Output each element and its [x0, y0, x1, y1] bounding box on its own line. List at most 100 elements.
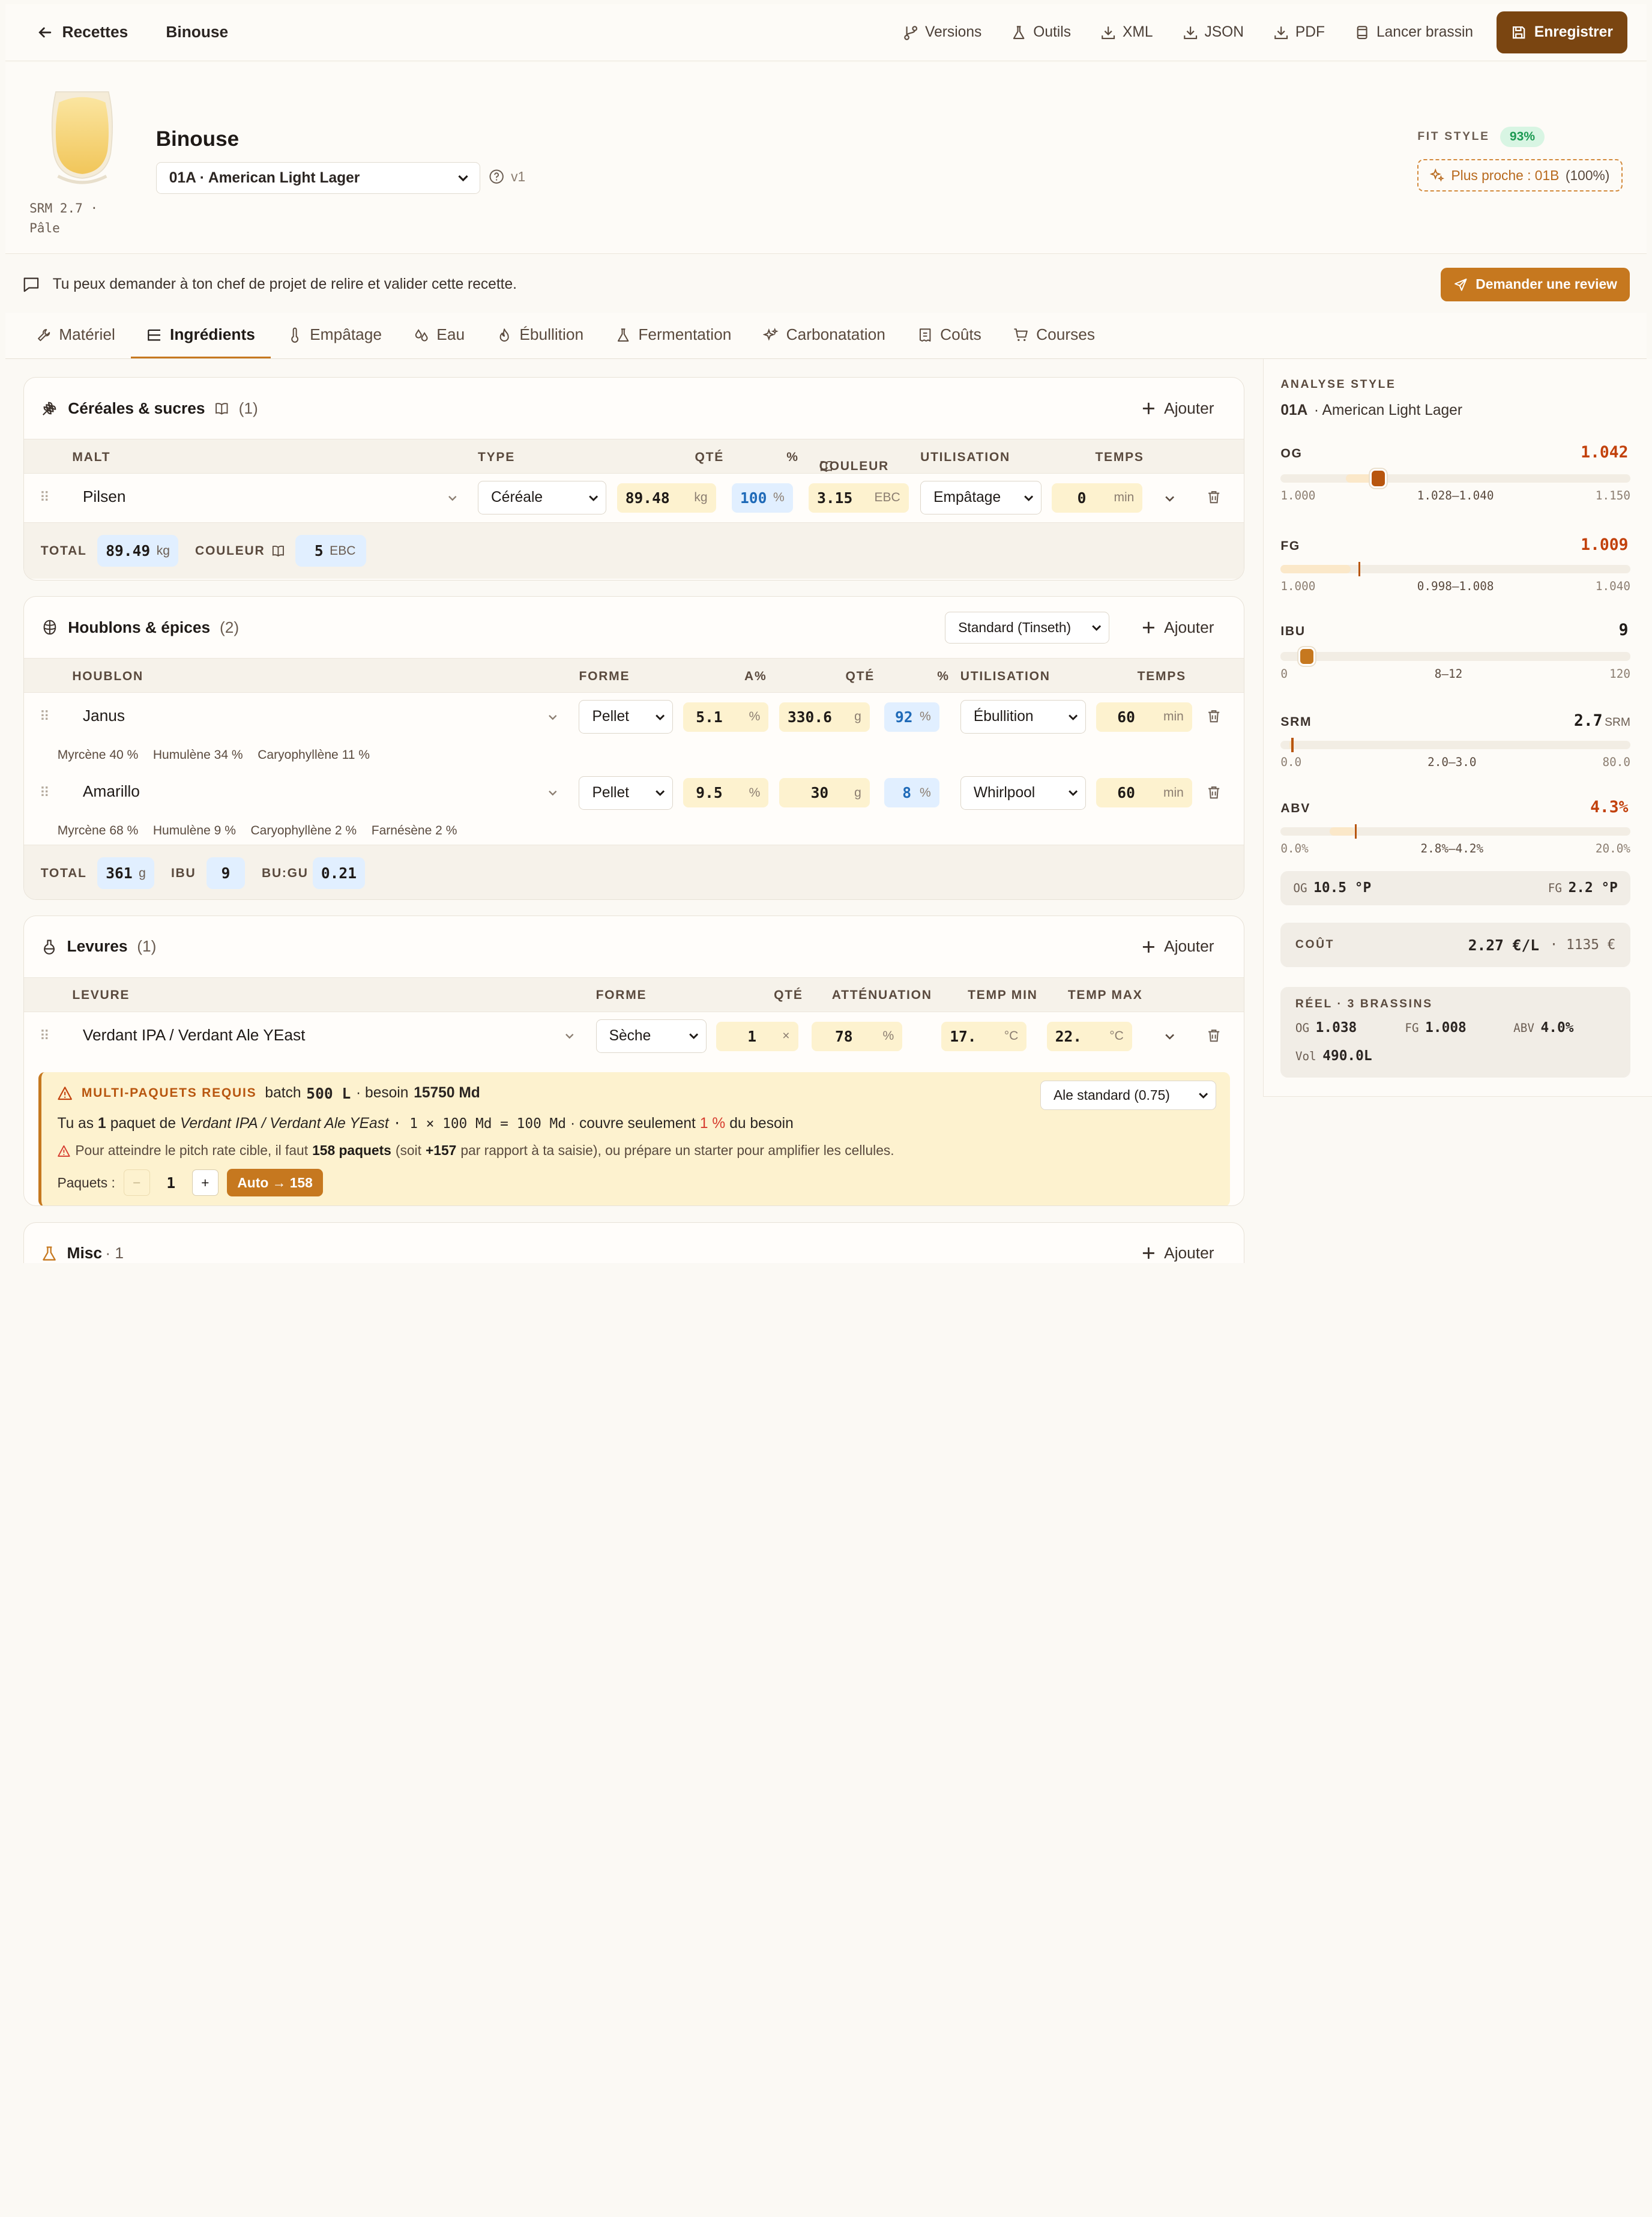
- save-button[interactable]: Enregistrer: [1496, 11, 1628, 53]
- metric-value-wrap: 1.009: [1581, 536, 1630, 554]
- col-use: UTILISATION: [920, 450, 1010, 464]
- packs-input[interactable]: 1: [158, 1174, 184, 1192]
- tab-ebullition[interactable]: Ébullition: [480, 313, 599, 358]
- metric-track: [1280, 647, 1630, 666]
- hop-use-select[interactable]: Whirlpool: [960, 776, 1086, 810]
- malt-use-select[interactable]: Empâtage: [920, 481, 1042, 515]
- yeast-atten-input[interactable]: 78%: [812, 1021, 903, 1051]
- add-hop-button[interactable]: Ajouter: [1142, 618, 1226, 637]
- increment-button[interactable]: +: [191, 1169, 219, 1196]
- export-json-button[interactable]: JSON: [1168, 24, 1258, 41]
- trash-icon[interactable]: [1206, 708, 1222, 724]
- yeast-tmin-input[interactable]: 17. °C: [941, 1021, 1027, 1051]
- hop-name[interactable]: Janus: [83, 707, 125, 725]
- tools-button[interactable]: Outils: [996, 24, 1086, 41]
- metric-unit: SRM: [1605, 716, 1630, 729]
- malt-name[interactable]: Pilsen: [83, 487, 126, 506]
- add-yeast-button[interactable]: Ajouter: [1142, 937, 1226, 956]
- hop-pct-input[interactable]: 92%: [884, 702, 939, 732]
- aroma-tag: Caryophyllène 11 %: [258, 747, 370, 762]
- recipe-name[interactable]: Binouse: [156, 127, 239, 151]
- multi-line-3: Pour atteindre le pitch rate cible, il f…: [57, 1142, 894, 1159]
- hop-name[interactable]: Amarillo: [83, 782, 140, 801]
- malt-qty-input[interactable]: 89.48 kg: [616, 483, 716, 513]
- hop-pct-input[interactable]: 8%: [884, 778, 939, 808]
- versions-button[interactable]: Versions: [888, 24, 996, 41]
- book-open-icon[interactable]: [271, 544, 285, 558]
- closest-style-label: Plus proche : 01B: [1451, 167, 1560, 183]
- yeast-form-select[interactable]: Sèche: [595, 1019, 707, 1054]
- tab-eau[interactable]: Eau: [397, 313, 480, 358]
- malt-type-select[interactable]: Céréale: [478, 481, 607, 515]
- real-abv-value: 4.0%: [1540, 1019, 1574, 1036]
- ibu-method-select[interactable]: Standard (Tinseth): [945, 611, 1109, 644]
- chevron-down-icon[interactable]: [547, 712, 558, 723]
- hop-qty-input[interactable]: 330.6 g: [779, 702, 870, 732]
- real-fg-label: FG: [1405, 1021, 1419, 1035]
- start-brew-button[interactable]: Lancer brassin: [1340, 24, 1488, 41]
- tab-courses[interactable]: Courses: [997, 313, 1111, 358]
- malt-color-input[interactable]: 3.15 EBC: [809, 483, 909, 513]
- help-circle-icon[interactable]: [489, 169, 504, 184]
- chevron-down-icon[interactable]: [547, 788, 558, 798]
- drag-handle-icon[interactable]: ⠿: [40, 489, 50, 505]
- closest-style-button[interactable]: Plus proche : 01B (100%): [1417, 158, 1623, 192]
- yeast-name[interactable]: Verdant IPA / Verdant Ale YEast: [83, 1026, 306, 1045]
- col-type: TYPE: [478, 450, 515, 464]
- tab-empatage[interactable]: Empâtage: [271, 313, 397, 358]
- yeast-qty-input[interactable]: 1 ×: [716, 1021, 798, 1051]
- hop-form-select[interactable]: Pellet: [579, 700, 673, 734]
- drag-handle-icon[interactable]: ⠿: [40, 708, 50, 725]
- tab-materiel[interactable]: Matériel: [20, 313, 131, 358]
- export-xml-button[interactable]: XML: [1086, 24, 1168, 41]
- chevron-down-icon[interactable]: [1164, 1031, 1175, 1042]
- book-open-icon[interactable]: [214, 401, 229, 416]
- tab-fermentation[interactable]: Fermentation: [599, 313, 747, 358]
- request-review-button[interactable]: Demander une review: [1441, 267, 1630, 301]
- fit-style-badge: 93%: [1500, 126, 1545, 148]
- hop-time-input[interactable]: 60 min: [1096, 702, 1192, 732]
- pitch-rate-select[interactable]: Ale standard (0.75): [1040, 1080, 1216, 1110]
- multi-batch-prefix: batch: [265, 1085, 301, 1102]
- trash-icon[interactable]: [1206, 1028, 1222, 1043]
- add-grain-button[interactable]: Ajouter: [1142, 399, 1226, 418]
- back-to-recipes-link[interactable]: Recettes: [37, 23, 128, 41]
- yeast-tmax-input[interactable]: 22. °C: [1046, 1021, 1132, 1051]
- tab-label: Matériel: [59, 325, 115, 344]
- metric-track: [1280, 737, 1630, 753]
- metric-range: 0.998–1.008: [1417, 579, 1494, 594]
- add-label: Ajouter: [1164, 399, 1214, 417]
- hop-time-input[interactable]: 60 min: [1096, 778, 1192, 808]
- hop-alpha-input[interactable]: 5.1%: [683, 702, 769, 732]
- drag-handle-icon[interactable]: ⠿: [40, 1028, 50, 1044]
- decrement-button[interactable]: −: [123, 1169, 150, 1196]
- multi-need-prefix: · besoin: [356, 1085, 409, 1102]
- hop-alpha-input[interactable]: 9.5%: [683, 778, 769, 808]
- tab-carbonatation[interactable]: Carbonatation: [747, 313, 902, 358]
- tab-ingredients[interactable]: Ingrédients: [131, 313, 271, 359]
- send-icon: [1453, 277, 1468, 292]
- chevron-down-icon[interactable]: [564, 1031, 575, 1042]
- git-branch-icon: [903, 25, 918, 40]
- chevron-down-icon: [457, 172, 469, 184]
- hop-qty-input[interactable]: 30 g: [779, 778, 870, 808]
- aroma-tag: Myrcène 40 %: [57, 747, 139, 762]
- malt-pct-input[interactable]: 100%: [731, 483, 793, 513]
- chevron-down-icon[interactable]: [1164, 493, 1175, 504]
- hop-form-select[interactable]: Pellet: [579, 776, 673, 810]
- malt-time-input[interactable]: 0 min: [1052, 483, 1143, 513]
- hop-use-select[interactable]: Ébullition: [960, 700, 1086, 734]
- auto-packs-button[interactable]: Auto → 158: [226, 1169, 324, 1196]
- style-select[interactable]: 01A · American Light Lager: [155, 162, 481, 194]
- bugu-label: BU:GU: [262, 866, 309, 880]
- trash-icon[interactable]: [1206, 785, 1222, 800]
- table-row: ⠿ Verdant IPA / Verdant Ale YEast Sèche …: [24, 1012, 1244, 1061]
- add-misc-button[interactable]: Ajouter: [1142, 1244, 1226, 1262]
- chevron-down-icon[interactable]: [447, 493, 458, 504]
- book-open-icon[interactable]: [819, 459, 833, 473]
- drag-handle-icon[interactable]: ⠿: [40, 785, 50, 801]
- export-pdf-button[interactable]: PDF: [1259, 24, 1340, 41]
- trash-icon[interactable]: [1206, 489, 1222, 505]
- tab-couts[interactable]: Coûts: [901, 313, 997, 358]
- plus-icon: [1142, 621, 1156, 635]
